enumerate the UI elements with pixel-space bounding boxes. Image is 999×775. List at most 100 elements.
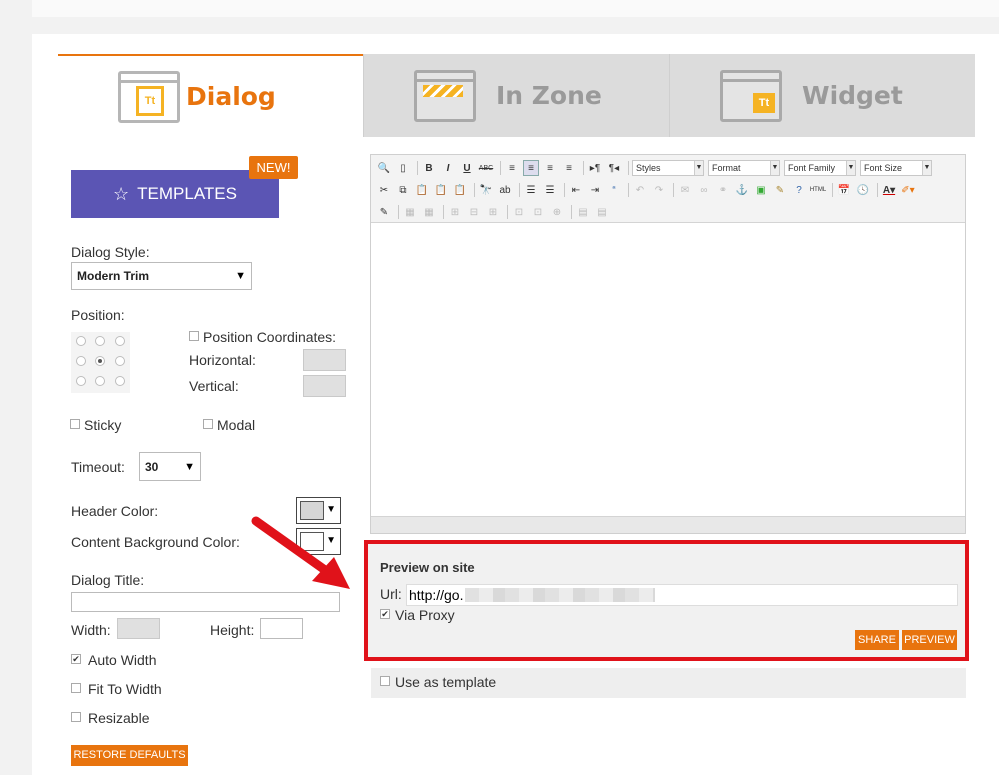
split-cells-icon[interactable]: ⊡: [530, 204, 546, 220]
cell-props-icon[interactable]: ⊕: [549, 204, 565, 220]
paste-text-icon[interactable]: 📋: [433, 182, 449, 198]
tab-dialog[interactable]: Tt Dialog: [58, 54, 363, 137]
strikethrough-icon[interactable]: ABC: [478, 160, 494, 176]
height-input[interactable]: [260, 618, 303, 639]
italic-icon[interactable]: I: [440, 160, 456, 176]
align-center-icon[interactable]: ≡: [523, 160, 539, 176]
position-radio-bottom-right[interactable]: [115, 376, 125, 386]
preview-on-site-box: Preview on site Url: http://go. ✔ Via Pr…: [364, 540, 969, 661]
bullet-list-icon[interactable]: ☰: [542, 182, 558, 198]
modal-checkbox[interactable]: [203, 419, 213, 429]
underline-icon[interactable]: U: [459, 160, 475, 176]
restore-defaults-button[interactable]: RESTORE DEFAULTS: [71, 745, 188, 766]
ltr-icon[interactable]: ▸¶: [587, 160, 603, 176]
tab-in-zone[interactable]: In Zone: [363, 54, 669, 137]
bold-icon[interactable]: B: [421, 160, 437, 176]
header-color-label: Header Color:: [71, 503, 159, 519]
cut-icon[interactable]: ✂: [376, 182, 392, 198]
vertical-input[interactable]: [303, 375, 346, 397]
position-radio-top-center[interactable]: [95, 336, 105, 346]
copy-icon[interactable]: ⧉: [395, 182, 411, 198]
position-coordinates-checkbox[interactable]: [189, 331, 199, 341]
highlight-color-icon[interactable]: ✐▾: [900, 182, 916, 198]
anchor-icon[interactable]: ⚓: [734, 182, 750, 198]
position-radio-middle-right[interactable]: [115, 356, 125, 366]
align-right-icon[interactable]: ≡: [542, 160, 558, 176]
fit-to-width-checkbox[interactable]: [71, 683, 81, 693]
templates-button[interactable]: ☆ TEMPLATES: [71, 170, 279, 218]
vertical-label: Vertical:: [189, 378, 239, 394]
find-icon[interactable]: 🔭: [478, 182, 494, 198]
insert-row-icon[interactable]: ⊞: [447, 204, 463, 220]
link-icon[interactable]: ∞: [696, 182, 712, 198]
blockquote-icon[interactable]: “: [606, 182, 622, 198]
align-left-icon[interactable]: ≡: [504, 160, 520, 176]
position-radio-bottom-center[interactable]: [95, 376, 105, 386]
position-radio-top-left[interactable]: [76, 336, 86, 346]
rich-text-editor[interactable]: 🔍 ▯ B I U ABC ≡ ≡ ≡ ≡ ▸¶ ¶◂ Styles ▼ Form…: [370, 154, 966, 534]
grid-icon[interactable]: ▤: [575, 204, 591, 220]
date-icon[interactable]: 📅: [836, 182, 852, 198]
delete-row-icon[interactable]: ⊟: [466, 204, 482, 220]
new-page-icon[interactable]: ▯: [395, 160, 411, 176]
modal-label: Modal: [217, 417, 256, 433]
redo-icon[interactable]: ↷: [651, 182, 667, 198]
table-icon[interactable]: ▦: [402, 204, 418, 220]
url-input[interactable]: http://go.: [406, 584, 958, 606]
hr-icon[interactable]: ▤: [594, 204, 610, 220]
text-color-icon[interactable]: A▾: [881, 182, 897, 198]
resizable-checkbox[interactable]: [71, 712, 81, 722]
use-as-template-checkbox[interactable]: [380, 676, 390, 686]
numbered-list-icon[interactable]: ☰: [523, 182, 539, 198]
via-proxy-label: Via Proxy: [395, 607, 455, 623]
insert-col-icon[interactable]: ⊞: [485, 204, 501, 220]
styles-select[interactable]: Styles ▼: [632, 160, 704, 176]
horizontal-label: Horizontal:: [189, 352, 256, 368]
horizontal-input[interactable]: [303, 349, 346, 371]
justify-icon[interactable]: ≡: [561, 160, 577, 176]
cleanup-icon[interactable]: ✎: [772, 182, 788, 198]
red-arrow-icon: [251, 516, 350, 589]
paste-word-icon[interactable]: 📋: [452, 182, 468, 198]
position-radio-top-right[interactable]: [115, 336, 125, 346]
table-props-icon[interactable]: ▦: [421, 204, 437, 220]
timeout-value: 30: [145, 459, 159, 474]
indent-icon[interactable]: ⇥: [587, 182, 603, 198]
width-input[interactable]: [117, 618, 160, 639]
sticky-label: Sticky: [84, 417, 122, 433]
widget-window-icon: Tt: [720, 69, 782, 122]
font-family-select[interactable]: Font Family ▼: [784, 160, 856, 176]
sticky-checkbox[interactable]: [70, 419, 80, 429]
zone-window-icon: [414, 69, 476, 122]
preview-icon[interactable]: 🔍: [376, 160, 392, 176]
position-radio-middle-left[interactable]: [76, 356, 86, 366]
merge-cells-icon[interactable]: ⊡: [511, 204, 527, 220]
email-icon[interactable]: ✉: [677, 182, 693, 198]
html-icon[interactable]: HTML: [810, 182, 826, 198]
rtl-icon[interactable]: ¶◂: [606, 160, 622, 176]
fit-to-width-label: Fit To Width: [88, 681, 162, 697]
auto-width-checkbox[interactable]: ✔: [71, 654, 81, 664]
dialog-title-input[interactable]: [71, 592, 340, 612]
timeout-label: Timeout:: [71, 459, 125, 475]
time-icon[interactable]: 🕓: [855, 182, 871, 198]
font-size-select[interactable]: Font Size ▼: [860, 160, 932, 176]
via-proxy-checkbox[interactable]: ✔: [380, 609, 390, 619]
outdent-icon[interactable]: ⇤: [568, 182, 584, 198]
unlink-icon[interactable]: ⚭: [715, 182, 731, 198]
edit-css-icon[interactable]: ✎: [376, 204, 392, 220]
dropdown-arrow-icon: ▼: [184, 460, 195, 473]
dialog-style-select[interactable]: Modern Trim ▼: [71, 262, 252, 290]
tab-widget[interactable]: Tt Widget: [669, 54, 975, 137]
replace-icon[interactable]: ab: [497, 182, 513, 198]
image-icon[interactable]: ▣: [753, 182, 769, 198]
position-radio-center[interactable]: [95, 356, 105, 366]
timeout-select[interactable]: 30 ▼: [139, 452, 201, 481]
help-icon[interactable]: ?: [791, 182, 807, 198]
paste-icon[interactable]: 📋: [414, 182, 430, 198]
undo-icon[interactable]: ↶: [632, 182, 648, 198]
position-radio-bottom-left[interactable]: [76, 376, 86, 386]
share-button[interactable]: SHARE: [855, 630, 899, 650]
format-select[interactable]: Format ▼: [708, 160, 780, 176]
preview-button[interactable]: PREVIEW: [902, 630, 957, 650]
